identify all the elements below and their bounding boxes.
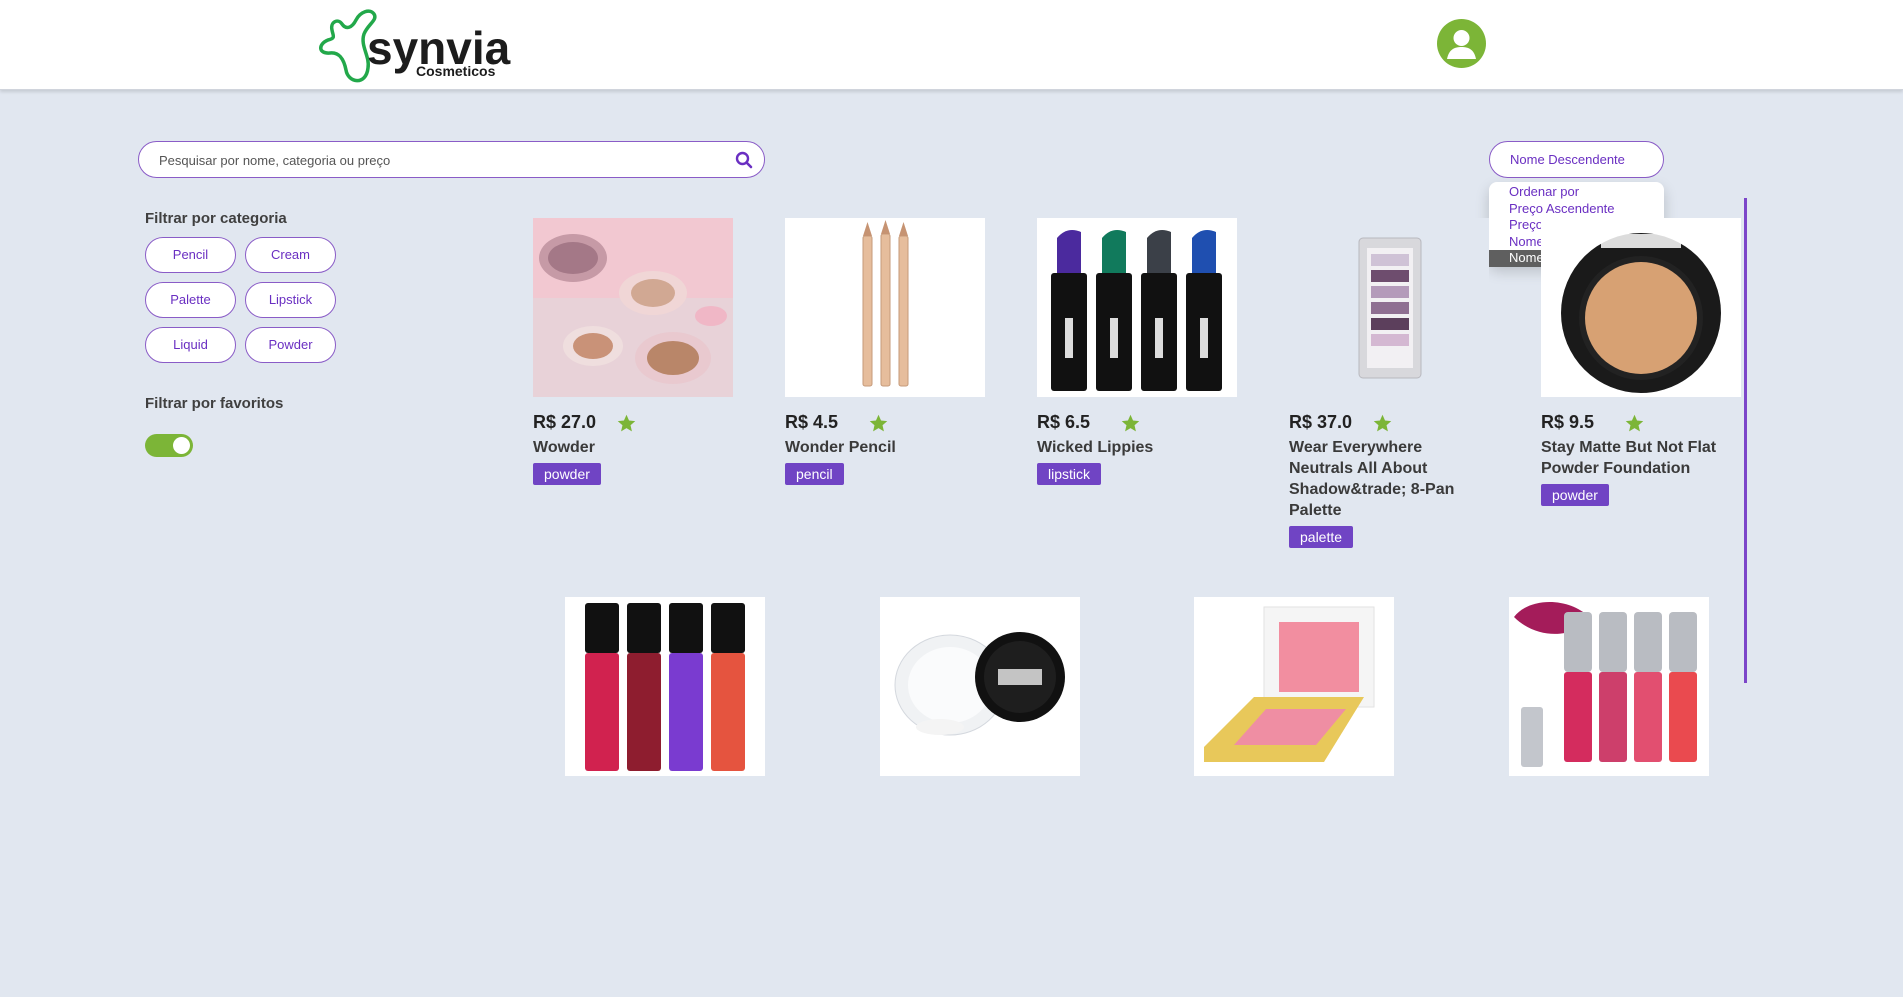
- search-bar: [138, 141, 765, 178]
- product-card[interactable]: [880, 597, 1080, 776]
- product-price: R$ 4.5: [785, 412, 839, 432]
- scroll-indicator[interactable]: [1744, 198, 1747, 683]
- category-chip-powder[interactable]: Powder: [245, 327, 336, 363]
- product-category-tag[interactable]: lipstick: [1037, 463, 1102, 485]
- product-name: Wowder: [533, 439, 595, 456]
- favorite-star-icon[interactable]: [1120, 413, 1141, 434]
- product-image[interactable]: [533, 218, 733, 397]
- favorites-filter-title: Filtrar por favoritos: [145, 395, 284, 412]
- product-price: R$ 37.0: [1289, 412, 1353, 432]
- product-name: Wonder Pencil: [785, 439, 896, 456]
- brand-subtitle: Cosmeticos: [416, 63, 496, 79]
- product-card[interactable]: R$ 27.0 Wowder powder: [533, 218, 733, 485]
- favorite-star-icon[interactable]: [1372, 413, 1393, 434]
- category-chip-pencil[interactable]: Pencil: [145, 237, 236, 273]
- product-price: R$ 6.5: [1037, 412, 1091, 432]
- category-chip-lipstick[interactable]: Lipstick: [245, 282, 336, 318]
- product-image[interactable]: [880, 597, 1080, 776]
- product-card[interactable]: [1509, 597, 1709, 776]
- favorite-star-icon[interactable]: [616, 413, 637, 434]
- sort-select[interactable]: Nome Descendente: [1489, 141, 1664, 178]
- favorites-toggle[interactable]: [145, 434, 193, 457]
- category-filter-title: Filtrar por categoria: [145, 210, 287, 227]
- product-category-tag[interactable]: powder: [1541, 484, 1609, 506]
- product-image[interactable]: [565, 597, 765, 776]
- product-image[interactable]: [785, 218, 985, 397]
- product-image[interactable]: [1509, 597, 1709, 776]
- product-image[interactable]: [1037, 218, 1237, 397]
- category-chip-palette[interactable]: Palette: [145, 282, 236, 318]
- top-header: synvia Cosmeticos: [0, 0, 1903, 90]
- sort-option-placeholder[interactable]: Ordenar por: [1489, 184, 1664, 201]
- product-card[interactable]: R$ 9.5 Stay Matte But Not Flat Powder Fo…: [1541, 218, 1741, 506]
- product-image[interactable]: [1194, 597, 1394, 776]
- product-price: R$ 9.5: [1541, 412, 1595, 432]
- favorite-star-icon[interactable]: [868, 413, 889, 434]
- product-card[interactable]: R$ 6.5 Wicked Lippies lipstick: [1037, 218, 1237, 485]
- category-chip-liquid[interactable]: Liquid: [145, 327, 236, 363]
- product-name: Wear Everywhere Neutrals All About Shado…: [1289, 439, 1455, 519]
- synvia-logo[interactable]: synvia Cosmeticos: [316, 8, 516, 83]
- user-avatar-icon[interactable]: [1437, 19, 1486, 68]
- product-category-tag[interactable]: pencil: [785, 463, 844, 485]
- sort-option-price-asc[interactable]: Preço Ascendente: [1489, 201, 1664, 218]
- product-name: Wicked Lippies: [1037, 439, 1154, 456]
- product-price: R$ 27.0: [533, 412, 597, 432]
- search-input[interactable]: [159, 150, 719, 170]
- product-card[interactable]: R$ 4.5 Wonder Pencil pencil: [785, 218, 985, 485]
- product-image[interactable]: [1541, 218, 1741, 397]
- product-image[interactable]: [1289, 218, 1489, 397]
- product-category-tag[interactable]: palette: [1289, 526, 1354, 548]
- search-icon[interactable]: [734, 150, 754, 170]
- favorite-star-icon[interactable]: [1624, 413, 1645, 434]
- product-card[interactable]: R$ 37.0 Wear Everywhere Neutrals All Abo…: [1289, 218, 1489, 548]
- product-card[interactable]: [565, 597, 765, 776]
- product-category-tag[interactable]: powder: [533, 463, 601, 485]
- category-chip-cream[interactable]: Cream: [245, 237, 336, 273]
- toggle-knob: [173, 437, 190, 454]
- product-name: Stay Matte But Not Flat Powder Foundatio…: [1541, 439, 1717, 477]
- product-card[interactable]: [1194, 597, 1394, 776]
